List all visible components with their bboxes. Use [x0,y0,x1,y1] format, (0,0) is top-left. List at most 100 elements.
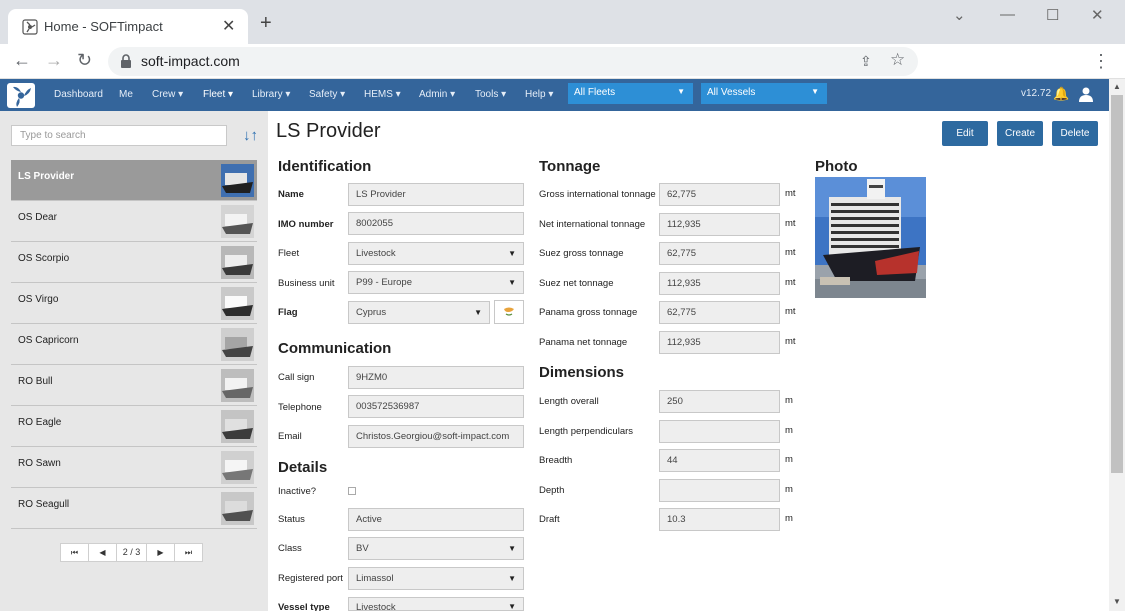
nav-dashboard[interactable]: Dashboard [54,89,103,100]
dimension-field[interactable] [659,419,780,443]
back-arrow-icon[interactable]: ← [13,50,31,71]
chevron-down-icon: ▼ [508,602,516,611]
create-button[interactable]: Create [997,121,1043,146]
name-field[interactable]: LS Provider [348,183,524,206]
share-icon[interactable]: ⇪ [860,53,872,70]
business-unit-select[interactable]: P99 - Europe ▼ [348,271,524,294]
vessel-sidebar: ↓↑ LS Provider OS Dear OS Scorpio OS Virgo O… [0,111,268,611]
minimize-icon[interactable]: — [1000,6,1015,23]
class-select[interactable]: BV ▼ [348,537,524,560]
nav-me[interactable]: Me [119,89,133,100]
registered-port-value: Limassol [356,573,394,584]
user-icon[interactable] [1078,86,1094,102]
bookmark-star-icon[interactable]: ☆ [890,50,905,70]
edit-button[interactable]: Edit [942,121,988,146]
dimension-label: Draft [539,514,560,525]
telephone-field[interactable]: 003572536987 [348,395,524,418]
vessel-list-item[interactable]: RO Seagull [11,488,257,529]
browser-tab[interactable]: Home - SOFTimpact ✕ [8,9,248,44]
vessel-list-item[interactable]: OS Dear [11,201,257,242]
imo-label: IMO number [278,219,334,230]
softimpact-logo-icon[interactable] [6,82,36,109]
tonnage-label: Suez gross tonnage [539,248,624,259]
reload-icon[interactable]: ↻ [77,50,92,71]
delete-button[interactable]: Delete [1052,121,1098,146]
forward-arrow-icon[interactable]: → [45,50,63,71]
email-field[interactable]: Christos.Georgiou@soft-impact.com [348,425,524,448]
vessel-name: OS Virgo [18,294,59,305]
name-label: Name [278,189,304,200]
flag-select[interactable]: Cyprus ▼ [348,301,490,324]
notification-bell-icon[interactable]: 🔔 [1053,86,1069,102]
vessel-list-item[interactable]: OS Capricorn [11,324,257,365]
nav-library[interactable]: Library ▾ [252,89,290,100]
inactive-checkbox[interactable] [348,487,356,495]
vessel-thumbnail [221,205,254,238]
vessel-name: OS Scorpio [18,253,70,264]
vessel-type-select[interactable]: Livestock ▼ [348,597,524,611]
tonnage-label: Gross international tonnage [539,189,656,200]
scrollbar-thumb[interactable] [1111,95,1123,473]
vessel-list-item[interactable]: RO Eagle [11,406,257,447]
address-bar[interactable]: soft-impact.com ⇪ ☆ [108,47,918,76]
nav-safety[interactable]: Safety ▾ [309,89,345,100]
tonnage-field[interactable]: 112,935 [659,212,780,236]
tonnage-field[interactable]: 62,775 [659,183,780,206]
nav-hems[interactable]: HEMS ▾ [364,89,401,100]
nav-fleet[interactable]: Fleet ▾ [203,89,233,100]
tonnage-field[interactable]: 112,935 [659,330,780,354]
dimensions-heading: Dimensions [539,364,625,381]
nav-help[interactable]: Help ▾ [525,89,553,100]
vessel-list-item[interactable]: OS Virgo [11,283,257,324]
new-tab-icon[interactable]: + [260,13,272,33]
maximize-icon[interactable]: ☐ [1046,6,1059,24]
first-page-button[interactable]: ⏮ [60,543,89,562]
scroll-up-arrow-icon[interactable]: ▲ [1113,82,1121,91]
fleet-select[interactable]: Livestock ▼ [348,242,524,265]
tonnage-field[interactable]: 62,775 [659,242,780,265]
vessel-thumbnail [221,287,254,320]
tonnage-label: Suez net tonnage [539,277,614,289]
nav-tools[interactable]: Tools ▾ [475,89,506,100]
dimension-label: Length overall [539,396,599,407]
tonnage-unit: mt [785,306,796,317]
imo-field[interactable]: 8002055 [348,212,524,235]
nav-admin[interactable]: Admin ▾ [419,89,455,100]
prev-page-button[interactable]: ◀ [88,543,117,562]
browser-menu-icon[interactable]: ⋮ [1092,51,1110,72]
flag-preview-button[interactable] [494,300,524,324]
vessel-thumbnail [221,328,254,361]
email-label: Email [278,431,302,442]
tonnage-field[interactable]: 62,775 [659,301,780,324]
nav-crew[interactable]: Crew ▾ [152,89,183,100]
dimension-field[interactable]: 10.3 [659,508,780,531]
dimension-field[interactable]: 44 [659,449,780,472]
dimension-field[interactable]: 250 [659,390,780,413]
last-page-button[interactable]: ⏭ [174,543,203,562]
vessel-search-input[interactable] [11,125,227,146]
url-text: soft-impact.com [141,53,240,69]
vessel-photo[interactable] [815,177,926,298]
vessel-list-item[interactable]: OS Scorpio [11,242,257,283]
scroll-down-arrow-icon[interactable]: ▼ [1113,597,1121,606]
tab-search-chevron-icon[interactable]: ⌄ [953,6,966,24]
window-close-icon[interactable]: ✕ [1091,6,1104,24]
chevron-down-icon: ▼ [677,87,685,96]
fleet-filter-select[interactable]: All Fleets ▼ [568,83,693,104]
next-page-button[interactable]: ▶ [146,543,175,562]
vessel-list-item[interactable]: RO Sawn [11,447,257,488]
tonnage-field[interactable]: 112,935 [659,271,780,295]
call-sign-field[interactable]: 9HZM0 [348,366,524,389]
vessel-filter-select[interactable]: All Vessels ▼ [701,83,827,104]
dimension-field[interactable] [659,478,780,502]
flag-label: Flag [278,307,298,318]
photo-heading: Photo [815,158,858,175]
status-field[interactable]: Active [348,508,524,531]
tab-close-icon[interactable]: ✕ [222,16,235,36]
page-scrollbar[interactable]: ▲ ▼ [1109,79,1125,611]
registered-port-select[interactable]: Limassol ▼ [348,567,524,590]
vessel-list-item[interactable]: LS Provider [11,160,257,201]
vessel-list-item[interactable]: RO Bull [11,365,257,406]
dimension-unit: m [785,395,793,406]
sort-icon[interactable]: ↓↑ [243,127,258,144]
